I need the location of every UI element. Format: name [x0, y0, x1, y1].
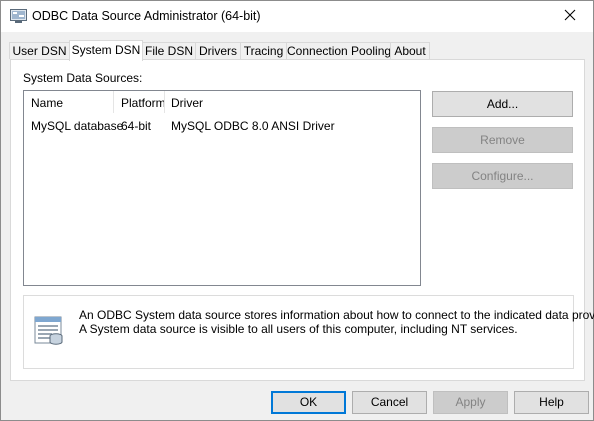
cancel-button[interactable]: Cancel [352, 391, 427, 414]
remove-button[interactable]: Remove [432, 127, 573, 153]
tab-tracing[interactable]: Tracing [240, 42, 287, 59]
tab-about[interactable]: About [390, 42, 430, 59]
column-header-driver[interactable]: Driver [164, 91, 364, 115]
column-header-name[interactable]: Name [24, 91, 114, 115]
dsn-platform-cell: 64-bit [121, 119, 152, 133]
odbc-app-icon [10, 9, 27, 24]
help-button[interactable]: Help [514, 391, 589, 414]
column-header-platform[interactable]: Platform [114, 91, 166, 115]
apply-button[interactable]: Apply [433, 391, 508, 414]
tab-user-dsn[interactable]: User DSN [9, 42, 70, 59]
info-box: An ODBC System data source stores inform… [23, 295, 594, 369]
ok-button[interactable]: OK [271, 391, 346, 414]
data-sources-list[interactable]: Name Platform Driver MySQL database 64-b… [23, 90, 421, 286]
list-header: Name Platform Driver [24, 91, 420, 115]
system-data-sources-label: System Data Sources: [23, 71, 143, 85]
tab-drivers[interactable]: Drivers [195, 42, 241, 59]
info-description: An ODBC System data source stores inform… [79, 308, 594, 336]
window-title: ODBC Data Source Administrator (64-bit) [32, 9, 261, 23]
tab-file-dsn[interactable]: File DSN [142, 42, 196, 59]
info-line-1: An ODBC System data source stores inform… [79, 308, 594, 322]
configure-button[interactable]: Configure... [432, 163, 573, 189]
dsn-name-cell: MySQL database [31, 119, 124, 133]
dsn-driver-cell: MySQL ODBC 8.0 ANSI Driver [171, 119, 335, 133]
info-line-2: A System data source is visible to all u… [79, 322, 518, 336]
title-bar[interactable]: ODBC Data Source Administrator (64-bit) [1, 1, 593, 32]
close-icon [564, 9, 576, 24]
tab-system-dsn[interactable]: System DSN [69, 40, 143, 61]
tab-connection-pooling[interactable]: Connection Pooling [286, 42, 391, 59]
odbc-admin-window: ODBC Data Source Administrator (64-bit) … [0, 0, 594, 421]
add-button[interactable]: Add... [432, 91, 573, 117]
list-item[interactable]: MySQL database 64-bit MySQL ODBC 8.0 ANS… [24, 118, 420, 136]
close-button[interactable] [547, 1, 593, 32]
data-source-info-icon [34, 314, 64, 346]
